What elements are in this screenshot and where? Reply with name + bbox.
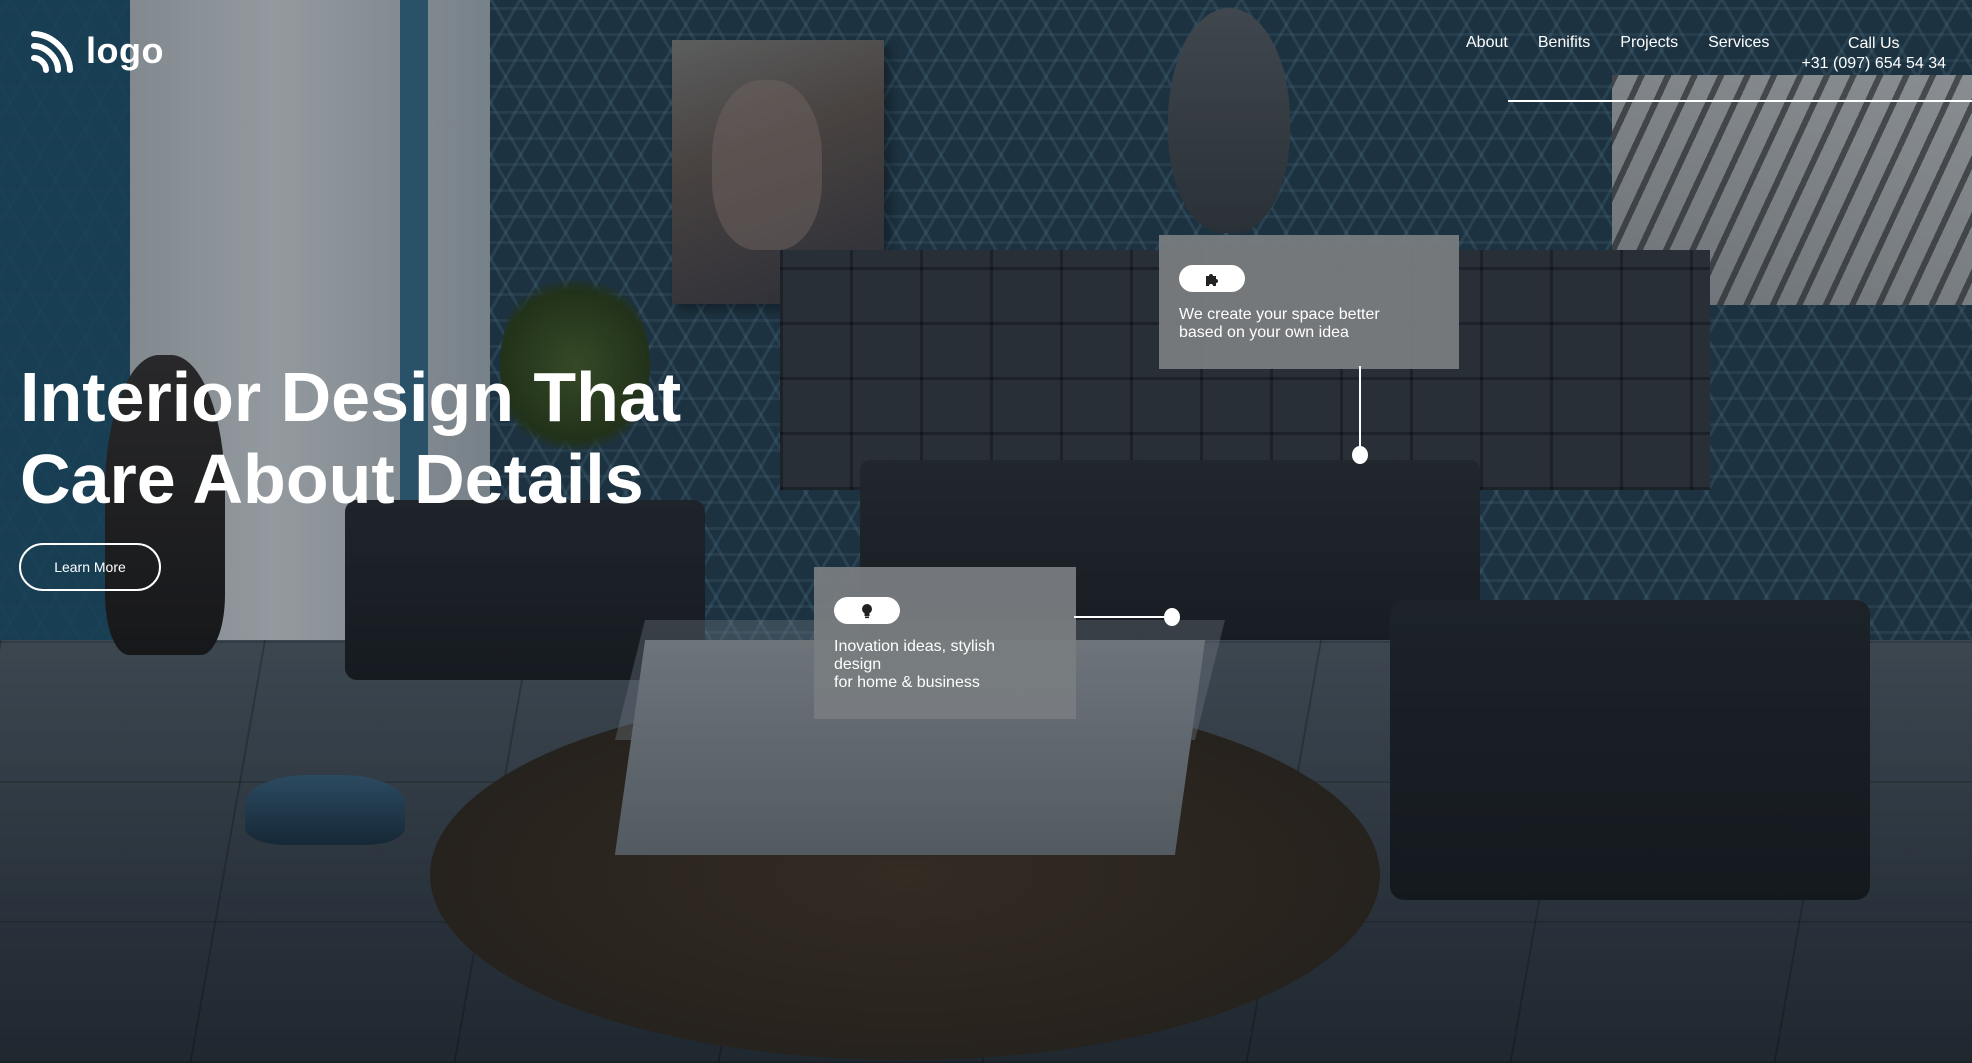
nav-benifits[interactable]: Benifits xyxy=(1538,34,1590,52)
call-us[interactable]: Call Us +31 (097) 654 54 34 xyxy=(1801,34,1946,74)
nav-projects[interactable]: Projects xyxy=(1620,34,1678,52)
card-line: Inovation ideas, stylish xyxy=(834,638,995,655)
card-icon-pill xyxy=(834,597,900,624)
call-us-label: Call Us xyxy=(1847,35,1900,52)
card-text: We create your space better based on you… xyxy=(1179,306,1439,342)
card-text: Inovation ideas, stylish design for home… xyxy=(834,638,1056,692)
logo-text: logo xyxy=(86,30,164,71)
lightbulb-icon xyxy=(862,603,872,618)
card-icon-pill xyxy=(1179,265,1245,292)
hero-title: Interior Design That Care About Details xyxy=(20,356,740,520)
hotspot-dot[interactable] xyxy=(1352,446,1368,464)
header-divider xyxy=(1508,100,1972,102)
hotspot-dot[interactable] xyxy=(1164,608,1180,626)
card-line: We create your space better xyxy=(1179,306,1380,323)
card-line: based on your own idea xyxy=(1179,324,1349,341)
card-line: for home & business xyxy=(834,674,980,691)
hotspot-connector xyxy=(1074,616,1172,618)
hero-title-line-2: Care About Details xyxy=(20,440,644,518)
nav-services[interactable]: Services xyxy=(1708,34,1769,52)
hero-title-line-1: Interior Design That xyxy=(20,358,682,436)
learn-more-button[interactable]: Learn More xyxy=(19,543,161,591)
main-nav: About Benifits Projects Services xyxy=(1466,34,1769,52)
card-line: design xyxy=(834,656,882,673)
dark-overlay xyxy=(0,0,1972,1063)
puzzle-icon xyxy=(1206,273,1218,286)
phone-number[interactable]: +31 (097) 654 54 34 xyxy=(1801,55,1946,72)
feature-card-idea: We create your space better based on you… xyxy=(1159,235,1459,369)
hero-background-photo xyxy=(0,0,1972,1063)
nav-about[interactable]: About xyxy=(1466,34,1508,52)
feature-card-innovation: Inovation ideas, stylish design for home… xyxy=(814,567,1076,719)
wifi-arcs-logo-icon xyxy=(31,31,73,73)
logo[interactable]: logo xyxy=(30,28,164,74)
hotspot-connector xyxy=(1359,366,1361,452)
